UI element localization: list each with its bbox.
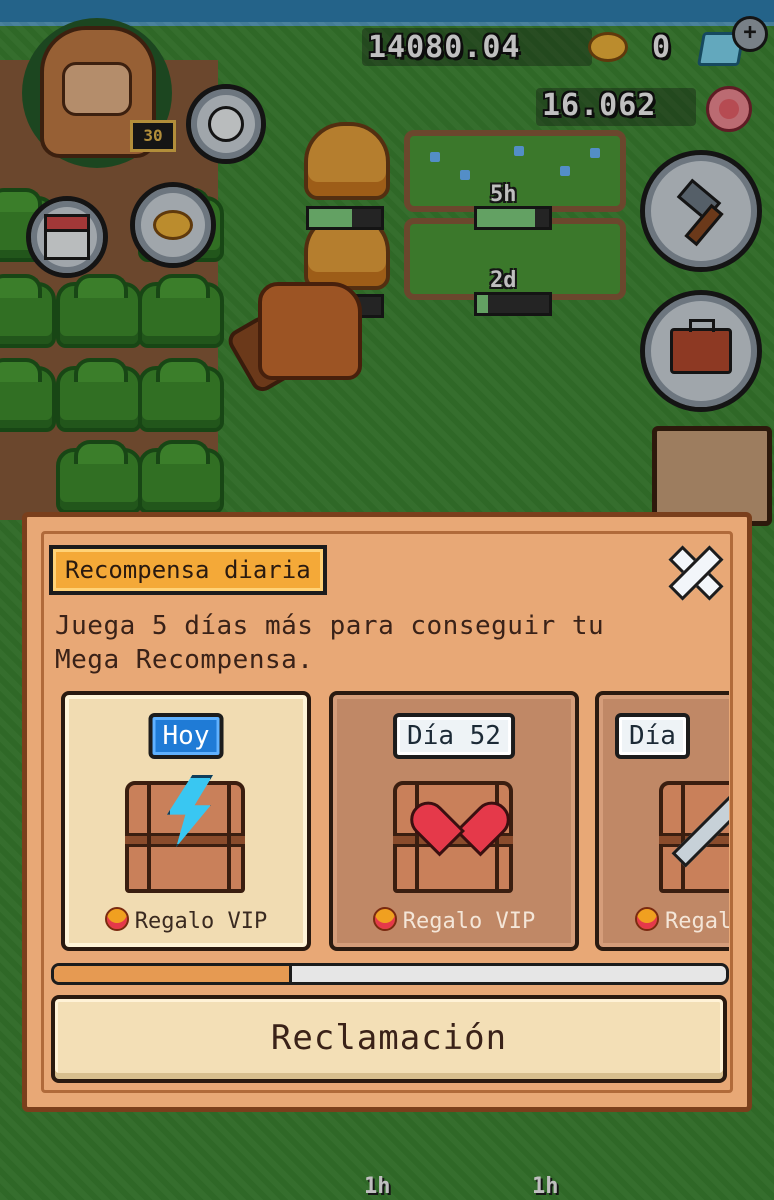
heart-icon [429,779,485,829]
streak-progress-fill [54,966,293,982]
reward-label-row: Regalo VIP [635,907,729,934]
reward-cards-carousel[interactable]: Hoy Regalo VIP Día 52 Regalo VIP Día Reg… [57,689,729,957]
dialog-title: Recompensa diaria [49,545,327,595]
day-badge: Hoy [148,713,224,759]
reward-card-day-52[interactable]: Día 52 Regalo VIP [329,691,579,951]
reward-label: Regalo VIP [402,909,536,934]
reward-label-row: Regalo VIP [333,907,575,934]
vip-gift-icon [635,907,659,931]
daily-reward-dialog: Recompensa diaria Juega 5 días más para … [22,512,752,1112]
close-icon[interactable] [663,539,723,599]
day-badge: Día 52 [393,713,515,759]
reward-card-next[interactable]: Día Regalo VIP [595,691,729,951]
reward-card-today[interactable]: Hoy Regalo VIP [61,691,311,951]
claim-button[interactable]: Reclamación [51,995,727,1083]
dialog-description: Juega 5 días más para conseguir tu Mega … [55,611,605,675]
streak-progress-bar [51,963,729,985]
day-badge: Día [615,713,690,759]
reward-label-row: Regalo VIP [65,907,307,934]
reward-label: Regalo VIP [134,909,268,934]
vip-gift-icon [104,907,129,931]
reward-label: Regalo VIP [665,909,729,934]
vip-gift-icon [372,907,397,931]
